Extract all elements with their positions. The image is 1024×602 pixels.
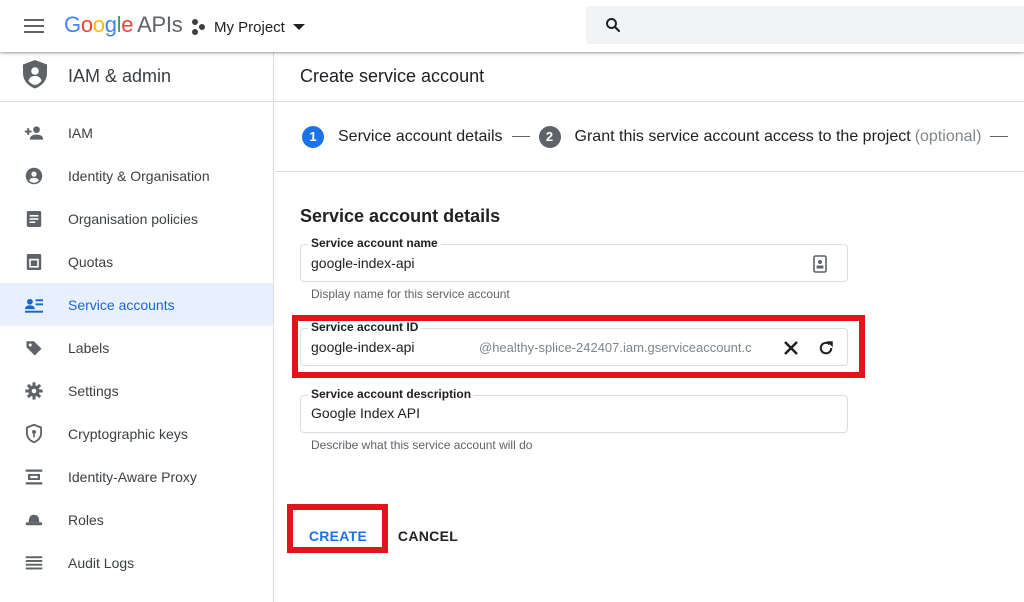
field-value: Google Index API <box>311 405 420 421</box>
sidebar-item-roles[interactable]: Roles <box>0 498 273 541</box>
proxy-icon <box>24 468 44 486</box>
contact-card-icon[interactable] <box>813 255 827 273</box>
sidebar-item-iam[interactable]: IAM <box>0 111 273 154</box>
page-title-bar: Create service account <box>275 52 1024 102</box>
step-connector <box>511 136 530 137</box>
field-label: Service account name <box>308 236 441 250</box>
sidebar-item-identity-aware-proxy[interactable]: Identity-Aware Proxy <box>0 455 273 498</box>
sidebar-title: IAM & admin <box>68 66 172 86</box>
chevron-down-icon <box>292 24 305 30</box>
service-account-icon <box>24 296 44 314</box>
stepper: 1 Service account details 2 Grant this s… <box>275 102 1024 172</box>
step-2-optional: (optional) <box>914 127 982 145</box>
project-icon <box>192 19 208 35</box>
sidebar-item-label: Cryptographic keys <box>68 425 188 442</box>
iam-shield-icon <box>22 59 48 94</box>
project-name: My Project <box>214 18 285 36</box>
policy-document-icon <box>24 210 44 228</box>
sidebar-item-label: Audit Logs <box>68 554 135 571</box>
list-icon <box>24 555 44 571</box>
step-2-badge: 2 <box>538 125 561 148</box>
sidebar-item-cryptographic-keys[interactable]: Cryptographic keys <box>0 412 273 455</box>
account-circle-icon <box>24 167 44 185</box>
sidebar-item-service-accounts[interactable]: Service accounts <box>0 283 273 326</box>
sidebar-item-label: Identity-Aware Proxy <box>68 468 197 485</box>
person-add-icon <box>24 123 44 143</box>
sidebar-item-settings[interactable]: Settings <box>0 369 273 412</box>
roles-hat-icon <box>24 513 44 527</box>
sidebar-item-organisation-policies[interactable]: Organisation policies <box>0 197 273 240</box>
project-selector[interactable]: My Project <box>192 15 305 39</box>
section-title: Service account details <box>300 206 501 226</box>
sidebar-item-label: Quotas <box>68 253 114 270</box>
step-connector <box>990 136 1009 137</box>
sidebar: IAM & admin IAM Identity & Organisation … <box>0 52 274 602</box>
field-value: google-index-api <box>311 255 415 271</box>
sidebar-nav: IAM Identity & Organisation Organisation… <box>0 102 273 584</box>
page-title: Create service account <box>300 66 485 86</box>
sidebar-item-label: Settings <box>68 382 119 399</box>
service-account-description-hint: Describe what this service account will … <box>311 438 533 452</box>
sidebar-item-audit-logs[interactable]: Audit Logs <box>0 541 273 584</box>
shield-key-icon <box>24 424 44 443</box>
google-apis-logo[interactable]: Google APIs <box>64 12 183 38</box>
sidebar-item-label: IAM <box>68 124 93 141</box>
service-account-name-field[interactable]: Service account name google-index-api <box>300 236 848 282</box>
field-label: Service account description <box>308 387 475 401</box>
cancel-button[interactable]: CANCEL <box>389 518 467 554</box>
main-content: Create service account 1 Service account… <box>275 52 1024 602</box>
search-icon <box>606 18 621 33</box>
quota-icon <box>24 253 44 271</box>
sidebar-header: IAM & admin <box>0 52 273 102</box>
annotation-highlight-id-field <box>292 315 865 378</box>
service-account-description-field[interactable]: Service account description Google Index… <box>300 387 848 433</box>
search-input[interactable] <box>586 6 1024 44</box>
sidebar-item-identity-organisation[interactable]: Identity & Organisation <box>0 154 273 197</box>
sidebar-item-label: Service accounts <box>68 296 175 313</box>
sidebar-item-label: Identity & Organisation <box>68 167 210 184</box>
sidebar-item-label: Roles <box>68 511 104 528</box>
service-account-name-hint: Display name for this service account <box>311 287 510 301</box>
sidebar-item-label: Organisation policies <box>68 210 198 227</box>
step-1-badge: 1 <box>302 125 324 148</box>
gear-icon <box>24 381 44 400</box>
annotation-highlight-create-button <box>287 504 388 553</box>
label-tag-icon <box>24 339 44 357</box>
top-app-bar: Google APIs My Project <box>0 0 1024 52</box>
step-1-label[interactable]: Service account details <box>338 128 503 146</box>
step-2-label[interactable]: Grant this service account access to the… <box>575 128 911 146</box>
sidebar-item-quotas[interactable]: Quotas <box>0 240 273 283</box>
sidebar-item-labels[interactable]: Labels <box>0 326 273 369</box>
sidebar-item-label: Labels <box>68 339 110 356</box>
menu-icon[interactable] <box>22 15 46 37</box>
